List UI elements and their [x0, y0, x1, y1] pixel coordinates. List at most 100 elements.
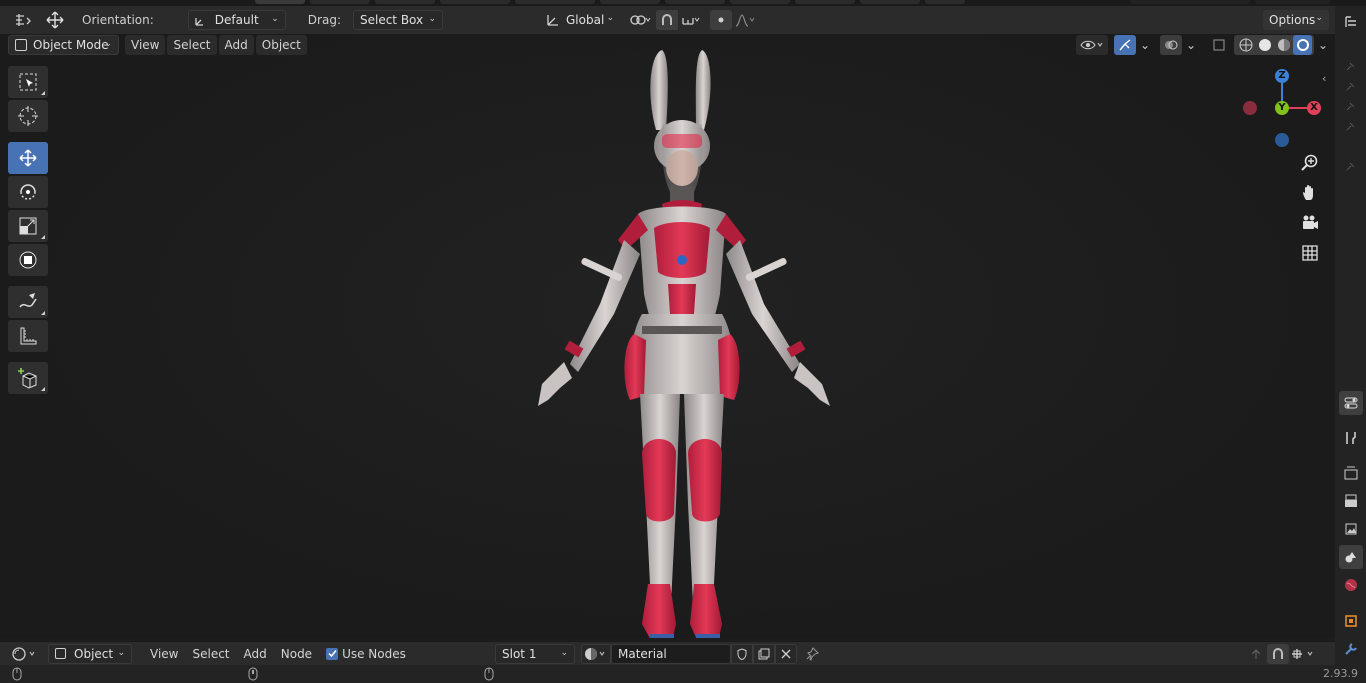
select-box-tool[interactable]: [8, 66, 48, 98]
options-dropdown[interactable]: Options ⌄: [1263, 10, 1329, 30]
workspace-tab[interactable]: [440, 0, 510, 4]
scene-selector[interactable]: [1130, 0, 1250, 4]
move-tool[interactable]: [8, 142, 48, 174]
proportional-editing-icon[interactable]: [710, 10, 732, 30]
material-selector: Material: [581, 644, 823, 664]
orthographic-grid-icon[interactable]: [1297, 240, 1323, 266]
chevron-down-icon[interactable]: ⌄: [1182, 35, 1200, 55]
scale-icon: [19, 217, 37, 235]
rendered-shading-icon[interactable]: [1293, 35, 1312, 55]
material-name: Material: [618, 647, 667, 661]
chevron-down-icon[interactable]: ⌄: [1314, 35, 1332, 55]
mode-dropdown[interactable]: Object Mode ⌄: [8, 35, 119, 55]
tool-properties-icon[interactable]: [1339, 426, 1363, 450]
transform-orientation-dropdown[interactable]: Global ⌄: [540, 10, 620, 30]
zoom-icon[interactable]: [1297, 150, 1323, 176]
orientation-dropdown[interactable]: Default ⌄: [187, 10, 286, 30]
workspace-tab[interactable]: [730, 0, 790, 4]
workspace-tab[interactable]: [925, 0, 965, 4]
object-icon: [55, 648, 66, 659]
transform-tool[interactable]: [8, 244, 48, 276]
camera-view-icon[interactable]: [1297, 210, 1323, 236]
node-menu-select[interactable]: Select: [186, 644, 235, 664]
workspace-tab[interactable]: [375, 0, 435, 4]
world-properties-icon[interactable]: [1339, 573, 1363, 597]
snap-magnet-icon[interactable]: [1267, 644, 1289, 664]
mouse-right-icon: [484, 667, 494, 683]
material-browse-icon[interactable]: [581, 644, 611, 664]
view-layer-selector[interactable]: [1255, 0, 1330, 4]
viewport-shading-header: ⌄ ⌄ ⌄: [1076, 35, 1332, 55]
outliner-icon[interactable]: [1339, 10, 1363, 34]
menu-select[interactable]: Select: [167, 35, 217, 55]
workspace-tab[interactable]: [665, 0, 725, 4]
chevron-down-icon: ⌄: [271, 14, 279, 24]
move-tool-icon[interactable]: [44, 10, 66, 30]
menu-object[interactable]: Object: [255, 35, 307, 55]
node-menu-node[interactable]: Node: [275, 644, 318, 664]
editor-type-icon[interactable]: [10, 644, 40, 664]
pin-icon[interactable]: [801, 644, 823, 664]
shader-type-dropdown[interactable]: Object ⌄: [48, 643, 132, 664]
parent-node-tree-icon[interactable]: [1245, 644, 1267, 664]
annotate-tool[interactable]: [8, 286, 48, 318]
node-menu-add[interactable]: Add: [238, 644, 273, 664]
workspace-tab-active[interactable]: [255, 0, 305, 4]
menu-add[interactable]: Add: [218, 35, 254, 55]
node-menu-view[interactable]: View: [144, 644, 184, 664]
rotate-tool[interactable]: [8, 176, 48, 208]
duplicate-material-icon[interactable]: [753, 644, 775, 664]
output-properties-icon[interactable]: [1339, 489, 1363, 513]
workspace-tab[interactable]: [860, 0, 920, 4]
orientation-value: Default: [214, 13, 259, 27]
view-layer-properties-icon[interactable]: [1339, 517, 1363, 541]
slot-dropdown[interactable]: Slot 1 ⌄: [495, 644, 575, 664]
visibility-icon[interactable]: [1076, 35, 1108, 55]
checkmark-icon: [326, 647, 339, 660]
snap-icon[interactable]: [656, 10, 678, 30]
properties-editor-icon[interactable]: [1339, 391, 1363, 415]
sidebar-toggle-icon[interactable]: ‹: [1322, 72, 1326, 85]
snap-element-icon[interactable]: [1289, 644, 1319, 664]
scene-properties-icon[interactable]: [1339, 545, 1363, 569]
workspace-tab[interactable]: [795, 0, 855, 4]
shading-mode-group: [1234, 35, 1314, 55]
measure-tool[interactable]: [8, 320, 48, 352]
scale-tool[interactable]: [8, 210, 48, 242]
material-name-field[interactable]: Material: [611, 644, 731, 664]
drag-dropdown[interactable]: Select Box ⌄: [352, 10, 443, 30]
gizmo-x-label: X: [1310, 102, 1318, 113]
object-properties-icon[interactable]: [1339, 609, 1363, 633]
pivot-point-icon[interactable]: [626, 10, 656, 30]
3d-viewport[interactable]: Object Mode ⌄ View Select Add Object ⌄ ⌄: [0, 34, 1335, 638]
gizmo-z-label: Z: [1278, 70, 1286, 81]
measure-icon: [20, 327, 37, 345]
wireframe-shading-icon[interactable]: [1236, 35, 1255, 55]
overlays-icon[interactable]: [1160, 35, 1182, 55]
workspace-tab[interactable]: [310, 0, 370, 4]
material-shading-icon[interactable]: [1274, 35, 1293, 55]
gizmo-toggle-icon[interactable]: [1114, 35, 1136, 55]
fake-user-shield-icon[interactable]: [731, 644, 753, 664]
use-nodes-toggle[interactable]: Use Nodes: [320, 644, 412, 664]
character-model[interactable]: [530, 44, 840, 638]
solid-shading-icon[interactable]: [1255, 35, 1274, 55]
unlink-material-icon[interactable]: [775, 644, 797, 664]
editor-type-icon[interactable]: [8, 10, 38, 30]
chevron-down-icon: ⌄: [104, 39, 112, 49]
cursor-tool[interactable]: [8, 100, 48, 132]
mouse-left-icon: [12, 667, 22, 683]
falloff-icon[interactable]: [732, 10, 758, 30]
version-label: 2.93.9: [1323, 667, 1358, 680]
workspace-tab[interactable]: [515, 0, 595, 4]
xray-icon[interactable]: [1208, 35, 1230, 55]
snap-target-icon[interactable]: [678, 10, 704, 30]
pan-hand-icon[interactable]: [1297, 180, 1323, 206]
add-cube-tool[interactable]: [8, 362, 48, 394]
rotate-icon: [20, 184, 36, 200]
workspace-tab[interactable]: [600, 0, 660, 4]
menu-view[interactable]: View: [125, 35, 166, 55]
render-properties-icon[interactable]: [1339, 461, 1363, 485]
chevron-down-icon[interactable]: ⌄: [1136, 35, 1154, 55]
modifier-properties-icon[interactable]: [1339, 637, 1363, 661]
